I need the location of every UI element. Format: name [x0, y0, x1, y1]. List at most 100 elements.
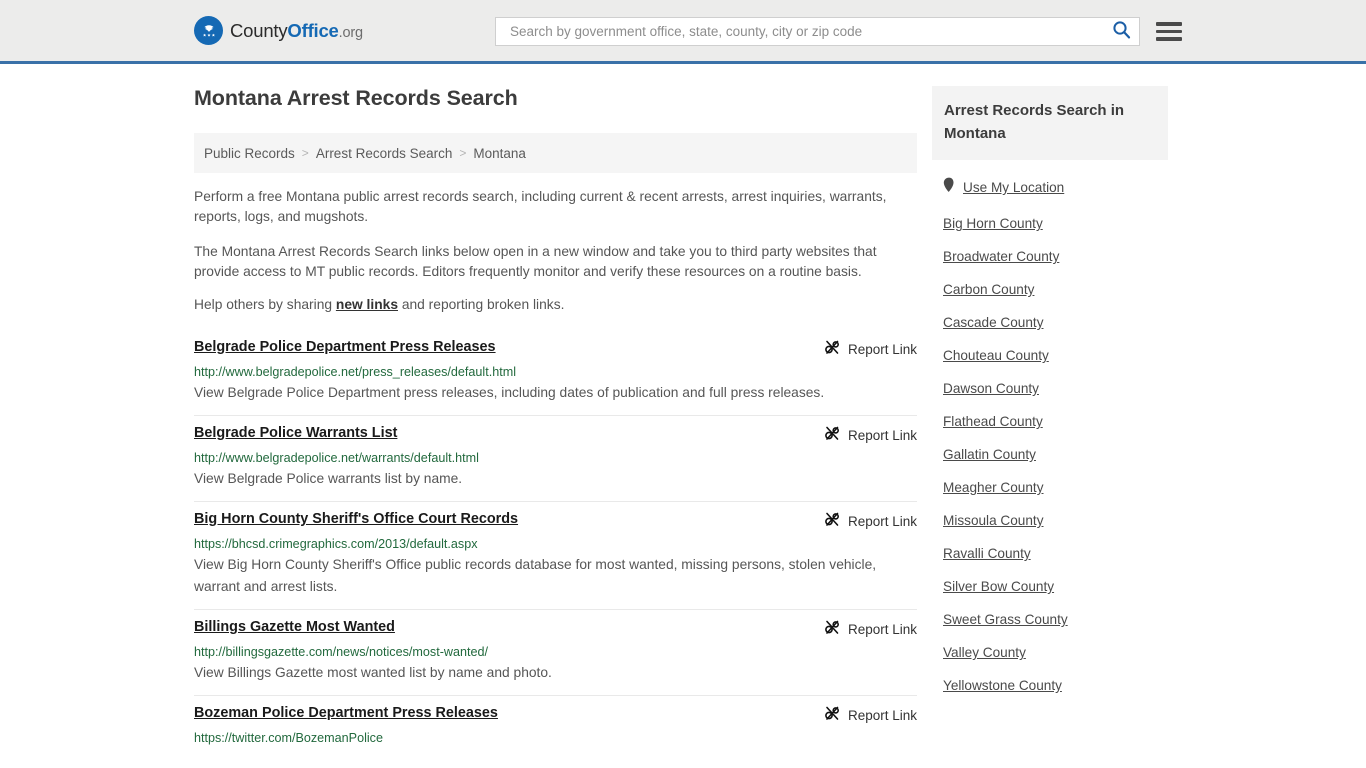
results-list: Belgrade Police Department Press Release…	[194, 330, 917, 757]
sidebar-item-county[interactable]: Broadwater County	[932, 240, 1168, 273]
county-link[interactable]: Ravalli County	[943, 546, 1031, 561]
hamburger-menu-icon[interactable]	[1156, 22, 1182, 41]
sidebar-item-county[interactable]: Yellowstone County	[932, 669, 1168, 702]
site-header: CountyOffice.org	[0, 0, 1366, 64]
intro-text: Perform a free Montana public arrest rec…	[194, 173, 917, 315]
sidebar-item-county[interactable]: Chouteau County	[932, 339, 1168, 372]
report-link-label: Report Link	[847, 707, 917, 723]
result-item: Billings Gazette Most Wanted Report Link	[194, 610, 917, 696]
search-icon[interactable]	[1112, 20, 1131, 44]
result-description: View Belgrade Police Department press re…	[194, 385, 825, 400]
logo-text-office: Office	[287, 19, 339, 41]
page-body: Montana Arrest Records Search Public Rec…	[0, 64, 1366, 757]
sidebar-item-county[interactable]: Cascade County	[932, 306, 1168, 339]
result-description: View Big Horn County Sheriff's Office pu…	[194, 557, 877, 594]
breadcrumb-separator-icon: >	[301, 146, 309, 160]
sidebar-item-county[interactable]: Dawson County	[932, 372, 1168, 405]
search-box[interactable]	[495, 17, 1140, 46]
report-link-label: Report Link	[847, 427, 917, 443]
map-pin-icon	[943, 177, 955, 198]
county-link[interactable]: Valley County	[943, 645, 1026, 660]
county-link[interactable]: Chouteau County	[943, 348, 1049, 363]
county-link[interactable]: Big Horn County	[943, 216, 1043, 231]
result-url[interactable]: http://www.belgradepolice.net/warrants/d…	[194, 450, 917, 466]
county-link[interactable]: Carbon County	[943, 282, 1034, 297]
sidebar-item-county[interactable]: Flathead County	[932, 405, 1168, 438]
sidebar-links: Use My Location Big Horn County Broadwat…	[932, 160, 1168, 702]
county-link[interactable]: Broadwater County	[943, 249, 1059, 264]
site-logo-text: CountyOffice.org	[230, 20, 363, 42]
breadcrumb-item-montana: Montana	[473, 145, 526, 161]
result-title-link[interactable]: Big Horn County Sheriff's Office Court R…	[194, 510, 518, 529]
logo-text-org: .org	[338, 24, 363, 41]
site-logo[interactable]: CountyOffice.org	[194, 16, 363, 45]
use-my-location-link[interactable]: Use My Location	[963, 180, 1064, 195]
result-url[interactable]: http://www.belgradepolice.net/press_rele…	[194, 364, 917, 380]
county-link[interactable]: Sweet Grass County	[943, 612, 1068, 627]
result-item: Belgrade Police Department Press Release…	[194, 330, 917, 416]
sidebar-item-county[interactable]: Meagher County	[932, 471, 1168, 504]
result-url[interactable]: https://twitter.com/BozemanPolice	[194, 730, 917, 746]
sidebar-item-county[interactable]: Sweet Grass County	[932, 603, 1168, 636]
county-link[interactable]: Silver Bow County	[943, 579, 1054, 594]
result-item: Belgrade Police Warrants List Report Lin…	[194, 416, 917, 502]
result-url[interactable]: http://billingsgazette.com/news/notices/…	[194, 644, 917, 660]
report-link-button[interactable]: Report Link	[806, 510, 917, 531]
county-link[interactable]: Meagher County	[943, 480, 1044, 495]
result-description: View Billings Gazette most wanted list b…	[194, 665, 552, 680]
header-search-area	[495, 17, 1182, 46]
broken-link-icon	[824, 425, 841, 445]
county-link[interactable]: Gallatin County	[943, 447, 1036, 462]
result-header: Belgrade Police Department Press Release…	[194, 338, 917, 359]
breadcrumb: Public Records > Arrest Records Search >…	[194, 133, 917, 173]
intro-paragraph-2: The Montana Arrest Records Search links …	[194, 244, 877, 279]
hamburger-bar	[1156, 29, 1182, 34]
sidebar-heading: Arrest Records Search in Montana	[932, 86, 1168, 160]
intro-p3-before: Help others by sharing	[194, 297, 336, 312]
county-link[interactable]: Yellowstone County	[943, 678, 1062, 693]
result-item: Big Horn County Sheriff's Office Court R…	[194, 502, 917, 610]
result-title-link[interactable]: Billings Gazette Most Wanted	[194, 618, 395, 637]
eagle-seal-icon	[194, 16, 223, 45]
broken-link-icon	[824, 705, 841, 725]
hamburger-bar	[1156, 22, 1182, 26]
county-link[interactable]: Flathead County	[943, 414, 1043, 429]
broken-link-icon	[824, 619, 841, 639]
result-title-link[interactable]: Bozeman Police Department Press Releases	[194, 704, 498, 723]
sidebar-item-use-my-location[interactable]: Use My Location	[932, 168, 1168, 207]
report-link-button[interactable]: Report Link	[806, 424, 917, 445]
result-title-link[interactable]: Belgrade Police Warrants List	[194, 424, 397, 443]
sidebar-item-county[interactable]: Missoula County	[932, 504, 1168, 537]
county-link[interactable]: Missoula County	[943, 513, 1044, 528]
sidebar: Arrest Records Search in Montana Use My …	[932, 86, 1168, 702]
report-link-label: Report Link	[847, 341, 917, 357]
sidebar-item-county[interactable]: Silver Bow County	[932, 570, 1168, 603]
report-link-button[interactable]: Report Link	[806, 704, 917, 725]
main-column: Montana Arrest Records Search Public Rec…	[194, 86, 917, 757]
intro-paragraph-1: Perform a free Montana public arrest rec…	[194, 189, 887, 224]
sidebar-item-county[interactable]: Big Horn County	[932, 207, 1168, 240]
report-link-button[interactable]: Report Link	[806, 338, 917, 359]
sidebar-item-county[interactable]: Valley County	[932, 636, 1168, 669]
logo-text-county: County	[230, 19, 288, 41]
sidebar-item-county[interactable]: Ravalli County	[932, 537, 1168, 570]
result-url[interactable]: https://bhcsd.crimegraphics.com/2013/def…	[194, 536, 917, 552]
result-header: Bozeman Police Department Press Releases…	[194, 704, 917, 725]
report-link-label: Report Link	[847, 513, 917, 529]
result-item: Bozeman Police Department Press Releases…	[194, 696, 917, 757]
result-header: Belgrade Police Warrants List Report Lin…	[194, 424, 917, 445]
breadcrumb-item-public-records[interactable]: Public Records	[204, 146, 295, 161]
sidebar-item-county[interactable]: Carbon County	[932, 273, 1168, 306]
breadcrumb-item-arrest-records-search[interactable]: Arrest Records Search	[316, 146, 453, 161]
county-link[interactable]: Dawson County	[943, 381, 1039, 396]
broken-link-icon	[824, 511, 841, 531]
new-links-link[interactable]: new links	[336, 297, 398, 312]
result-description: View Belgrade Police warrants list by na…	[194, 471, 463, 486]
sidebar-item-county[interactable]: Gallatin County	[932, 438, 1168, 471]
result-title-link[interactable]: Belgrade Police Department Press Release…	[194, 338, 496, 357]
search-input[interactable]	[508, 23, 1112, 40]
county-link[interactable]: Cascade County	[943, 315, 1044, 330]
hamburger-bar	[1156, 37, 1182, 41]
breadcrumb-separator-icon: >	[459, 146, 467, 160]
report-link-button[interactable]: Report Link	[806, 618, 917, 639]
